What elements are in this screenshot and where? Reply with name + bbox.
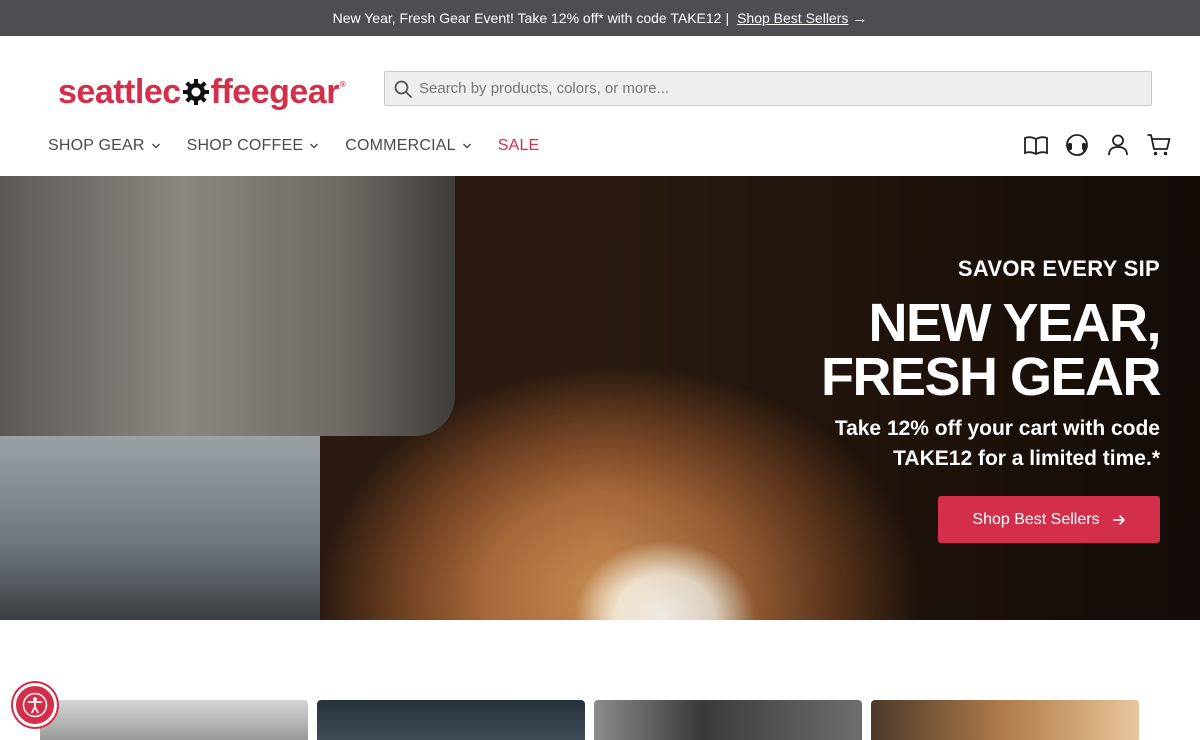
arrow-right-icon: [1112, 514, 1125, 525]
nav-sale[interactable]: SALE: [498, 137, 540, 155]
nav-label: SALE: [497, 137, 540, 154]
arrow-right-icon: →: [852, 9, 868, 27]
accessibility-icon: [22, 692, 48, 718]
main-nav: SHOP GEAR SHOP COFFEE COMMERCIAL SALE: [48, 134, 565, 158]
nav-commercial[interactable]: COMMERCIAL: [345, 137, 471, 155]
promo-separator: |: [725, 10, 730, 26]
promo-text: New Year, Fresh Gear Event! Take 12% off…: [332, 10, 722, 26]
hero-text-block: SAVOR EVERY SIP NEW YEAR, FRESH GEAR Tak…: [760, 256, 1162, 543]
nav-shop-coffee[interactable]: SHOP COFFEE: [187, 137, 320, 155]
category-card[interactable]: [40, 700, 308, 740]
chevron-down-icon: [151, 143, 160, 149]
category-card[interactable]: [594, 700, 862, 740]
shop-best-sellers-button[interactable]: Shop Best Sellers: [938, 496, 1160, 543]
logo-text-part2: ffeegear: [210, 72, 340, 111]
hero-subtitle: Take 12% off your cart with code TAKE12 …: [760, 414, 1160, 474]
promo-bar: New Year, Fresh Gear Event! Take 12% off…: [0, 0, 1200, 36]
promo-shop-best-sellers-link[interactable]: Shop Best Sellers: [737, 10, 848, 26]
search-bar: [384, 71, 1152, 106]
logo-text-part1: seattlec: [58, 72, 181, 111]
gear-icon: [182, 79, 209, 105]
cta-label: Shop Best Sellers: [972, 510, 1100, 528]
headset-icon[interactable]: [1064, 132, 1090, 158]
book-icon[interactable]: [1023, 132, 1049, 158]
hero-title-line2: FRESH GEAR: [820, 347, 1162, 407]
category-card[interactable]: [317, 700, 585, 740]
nav-label: COMMERCIAL: [345, 137, 456, 154]
accessibility-button[interactable]: [13, 683, 57, 727]
utility-icons: [1008, 132, 1172, 158]
search-icon: [394, 80, 412, 98]
cart-icon[interactable]: [1146, 132, 1172, 158]
registered-mark: ®: [339, 79, 346, 89]
category-card[interactable]: [871, 700, 1139, 740]
logo[interactable]: seattlec ffeegear ®: [58, 72, 346, 111]
category-cards: [40, 700, 1148, 740]
nav-label: SHOP GEAR: [48, 137, 145, 154]
search-input[interactable]: [419, 80, 1119, 97]
hero-subtitle-line1: Take 12% off your cart with code: [834, 417, 1160, 440]
hero-eyebrow: SAVOR EVERY SIP: [957, 256, 1160, 281]
hero-banner: SAVOR EVERY SIP NEW YEAR, FRESH GEAR Tak…: [0, 176, 1200, 620]
hero-subtitle-line2: TAKE12 for a limited time.*: [893, 447, 1160, 470]
nav-shop-gear[interactable]: SHOP GEAR: [48, 137, 161, 155]
hero-title-line1: NEW YEAR,: [868, 293, 1161, 353]
site-header: seattlec ffeegear ® SHOP G: [0, 36, 1200, 176]
chevron-down-icon: [310, 143, 319, 149]
chevron-down-icon: [462, 143, 471, 149]
hero-title: NEW YEAR, FRESH GEAR: [760, 293, 1162, 407]
nav-label: SHOP COFFEE: [186, 137, 304, 154]
user-icon[interactable]: [1105, 132, 1131, 158]
